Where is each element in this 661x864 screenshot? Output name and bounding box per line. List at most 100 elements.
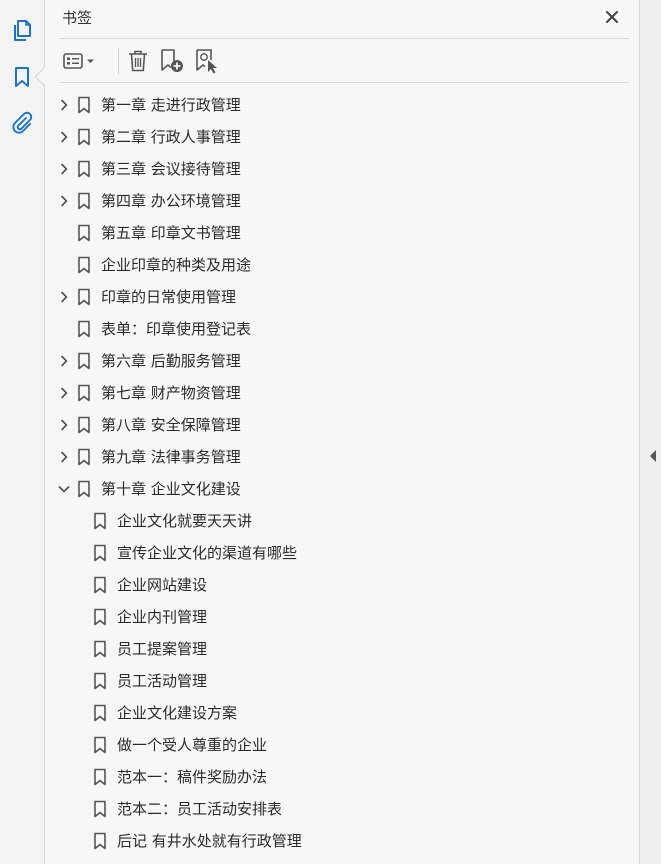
bookmark-item[interactable]: 宣传企业文化的渠道有哪些: [45, 537, 639, 569]
bookmark-icon: [77, 352, 91, 370]
chevron-right-icon[interactable]: [56, 161, 72, 177]
bookmark-item[interactable]: 第三章 会议接待管理: [45, 153, 639, 185]
bookmark-label: 第三章 会议接待管理: [101, 160, 241, 178]
bookmark-label: 企业文化就要天天讲: [117, 512, 253, 530]
bookmark-item[interactable]: 员工活动管理: [45, 665, 639, 697]
bookmark-icon: [93, 672, 107, 690]
bookmark-label: 范本一：稿件奖励办法: [117, 768, 268, 786]
new-bookmark-icon[interactable]: [159, 48, 185, 74]
bookmark-tree: 第一章 走进行政管理 第二章 行政人事管理 第三章 会议接待管理 第四章 办公环境管理…: [45, 89, 639, 857]
bookmark-icon: [93, 832, 107, 850]
bookmark-label: 企业印章的种类及用途: [101, 256, 252, 274]
bookmark-item[interactable]: 第七章 财产物资管理: [45, 377, 639, 409]
bookmark-label: 印章的日常使用管理: [101, 288, 237, 306]
bookmark-item[interactable]: 企业内刊管理: [45, 601, 639, 633]
bookmark-icon: [93, 704, 107, 722]
bookmark-icon: [77, 384, 91, 402]
bookmark-icon: [77, 448, 91, 466]
bookmark-label: 第七章 财产物资管理: [101, 384, 241, 402]
bookmark-icon: [77, 480, 91, 498]
panel-title: 书签: [62, 9, 93, 27]
bookmark-icon: [77, 128, 91, 146]
bookmark-icon: [77, 288, 91, 306]
bookmark-item[interactable]: 员工提案管理: [45, 633, 639, 665]
bookmark-label: 第八章 安全保障管理: [101, 416, 241, 434]
bookmark-icon: [93, 768, 107, 786]
bookmark-icon: [93, 576, 107, 594]
bookmark-item[interactable]: 第九章 法律事务管理: [45, 441, 639, 473]
bookmark-item[interactable]: 范本一：稿件奖励办法: [45, 761, 639, 793]
bookmark-icon: [77, 224, 91, 242]
collapse-panel-icon[interactable]: [649, 447, 657, 462]
bookmark-item[interactable]: 第四章 办公环境管理: [45, 185, 639, 217]
bookmarks-app: 书签 第一章 走进行政管理 第二章 行政人事管理 第三章 会议接待管理 第四章 …: [0, 0, 661, 864]
bookmark-icon: [77, 192, 91, 210]
document-pane-edge: [639, 0, 661, 864]
bookmark-label: 企业内刊管理: [117, 608, 208, 626]
bookmark-item[interactable]: 第十章 企业文化建设: [45, 473, 639, 505]
bookmark-label: 第九章 法律事务管理: [101, 448, 241, 466]
bookmark-icon: [93, 640, 107, 658]
bookmark-item[interactable]: 企业印章的种类及用途: [45, 249, 639, 281]
bookmark-item[interactable]: 第一章 走进行政管理: [45, 89, 639, 121]
chevron-right-icon[interactable]: [56, 97, 72, 113]
chevron-right-icon[interactable]: [56, 353, 72, 369]
bookmark-item[interactable]: 第六章 后勤服务管理: [45, 345, 639, 377]
bookmark-label: 宣传企业文化的渠道有哪些: [117, 544, 298, 562]
bookmark-item[interactable]: 第二章 行政人事管理: [45, 121, 639, 153]
bookmark-label: 表单：印章使用登记表: [101, 320, 252, 338]
bookmark-label: 员工活动管理: [117, 672, 208, 690]
attachment-icon[interactable]: [8, 109, 36, 137]
bookmark-item[interactable]: 企业文化就要天天讲: [45, 505, 639, 537]
bookmark-from-selection-icon[interactable]: [194, 48, 220, 74]
bookmark-label: 企业文化建设方案: [117, 704, 238, 722]
bookmark-label: 第二章 行政人事管理: [101, 128, 241, 146]
bookmark-icon: [93, 512, 107, 530]
bookmark-icon: [93, 544, 107, 562]
panel-header: 书签: [60, 0, 629, 39]
chevron-right-icon[interactable]: [56, 289, 72, 305]
bookmark-label: 后记 有井水处就有行政管理: [117, 832, 302, 850]
bookmark-item[interactable]: 第八章 安全保障管理: [45, 409, 639, 441]
options-menu-icon[interactable]: [62, 48, 98, 74]
bookmark-item[interactable]: 表单：印章使用登记表: [45, 313, 639, 345]
chevron-down-icon[interactable]: [56, 481, 72, 497]
chevron-right-icon[interactable]: [56, 193, 72, 209]
bookmark-label: 员工提案管理: [117, 640, 208, 658]
bookmarks-toolbar: [60, 39, 629, 83]
bookmark-label: 第四章 办公环境管理: [101, 192, 241, 210]
bookmark-icon: [77, 96, 91, 114]
bookmark-label: 第一章 走进行政管理: [101, 96, 241, 114]
bookmark-label: 做一个受人尊重的企业: [117, 736, 268, 754]
bookmark-icon: [77, 256, 91, 274]
bookmark-label: 范本二：员工活动安排表: [117, 800, 283, 818]
bookmark-item[interactable]: 范本二：员工活动安排表: [45, 793, 639, 825]
bookmark-icon: [93, 800, 107, 818]
pages-icon[interactable]: [8, 17, 36, 45]
bookmark-icon: [93, 736, 107, 754]
bookmark-item[interactable]: 企业文化建设方案: [45, 697, 639, 729]
bookmark-item[interactable]: 第五章 印章文书管理: [45, 217, 639, 249]
chevron-right-icon[interactable]: [56, 385, 72, 401]
close-icon[interactable]: [603, 8, 621, 26]
chevron-right-icon[interactable]: [56, 449, 72, 465]
bookmark-icon[interactable]: [8, 63, 36, 91]
toolbar-divider: [118, 48, 119, 74]
bookmark-item[interactable]: 做一个受人尊重的企业: [45, 729, 639, 761]
bookmark-icon: [77, 416, 91, 434]
bookmark-icon: [77, 320, 91, 338]
bookmarks-panel: 书签 第一章 走进行政管理 第二章 行政人事管理 第三章 会议接待管理 第四章 …: [45, 0, 639, 864]
bookmark-icon: [93, 608, 107, 626]
bookmark-icon: [77, 160, 91, 178]
bookmark-label: 第十章 企业文化建设: [101, 480, 241, 498]
chevron-right-icon[interactable]: [56, 417, 72, 433]
chevron-right-icon[interactable]: [56, 129, 72, 145]
bookmark-label: 第六章 后勤服务管理: [101, 352, 241, 370]
bookmark-label: 第五章 印章文书管理: [101, 224, 241, 242]
bookmark-item[interactable]: 后记 有井水处就有行政管理: [45, 825, 639, 857]
navigation-rail: [0, 0, 45, 864]
bookmark-item[interactable]: 印章的日常使用管理: [45, 281, 639, 313]
delete-icon[interactable]: [126, 48, 150, 74]
bookmark-item[interactable]: 企业网站建设: [45, 569, 639, 601]
bookmark-label: 企业网站建设: [117, 576, 208, 594]
